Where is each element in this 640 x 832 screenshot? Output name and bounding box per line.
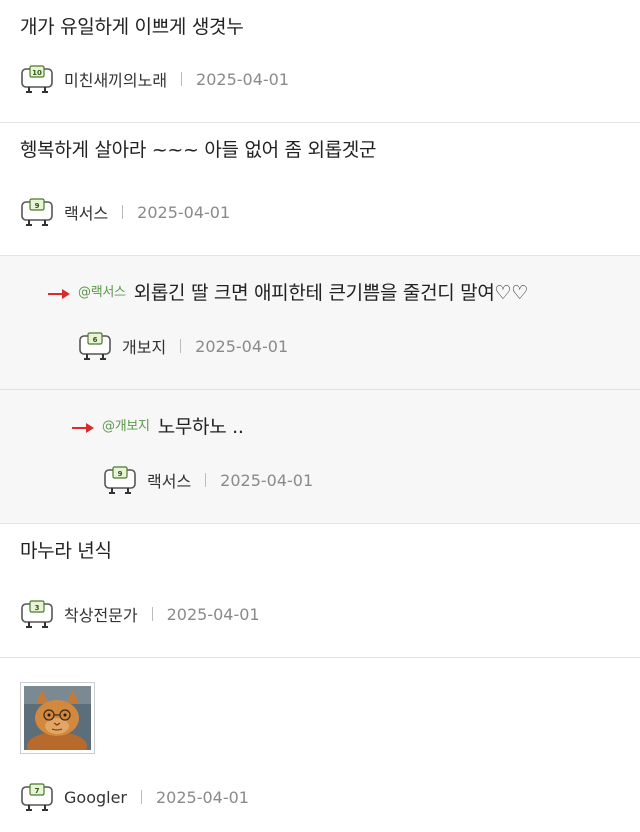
comment-text: 노무하노 .. [157,416,244,438]
mention-tag[interactable]: @개보지 [102,419,150,434]
level-number: 9 [118,470,123,478]
comment-meta: 6 개보지 2025-04-01 [78,332,289,360]
comment-date: 2025-04-01 [137,202,231,222]
level-number: 6 [93,336,98,344]
meta-divider [122,205,124,219]
level-number: 9 [35,202,40,210]
level-badge-icon: 10 [21,65,53,93]
mention-tag[interactable]: @랙서스 [78,285,126,300]
level-badge-icon: 6 [79,332,111,360]
level-badge-icon: 3 [21,600,53,628]
reply-arrow-icon [48,288,70,299]
reply-body: @개보지 노무하노 .. [72,414,244,440]
author-name[interactable]: 랙서스 [147,468,191,492]
comment-item: 개가 유일하게 이쁘게 생겻누 10 미친새끼의노래 2025-04-01 [0,0,640,123]
level-number: 7 [35,787,40,795]
meta-divider [151,607,153,621]
level-badge-icon: 9 [104,466,136,494]
comment-meta: 9 랙서스 2025-04-01 [103,466,314,494]
comment-item: 7 Googler 2025-04-01 [0,658,640,832]
comment-date: 2025-04-01 [166,604,260,624]
level-badge-icon: 7 [21,783,53,811]
cat-with-glasses-image [24,686,91,750]
comment-item: 헹복하게 살아라 ~~~ 아들 없어 좀 외롭겟군 9 랙서스 2025-04-… [0,123,640,256]
comment-meta: 3 착상전문가 2025-04-01 [20,600,260,628]
reply-body: @랙서스 외롭긴 딸 크면 애피한테 큰기쁨을 줄건디 말여♡♡ [48,280,528,306]
author-name[interactable]: 착상전문가 [64,602,138,626]
reply-item: @개보지 노무하노 .. 9 랙서스 2025-04-01 [0,390,640,524]
author-name[interactable]: 미친새끼의노래 [64,67,167,91]
comment-image[interactable] [20,682,95,754]
comment-item: 마누라 년식 3 착상전문가 2025-04-01 [0,524,640,658]
reply-arrow-icon [72,422,94,433]
meta-divider [180,339,182,353]
comment-meta: 9 랙서스 2025-04-01 [20,198,231,226]
meta-divider [181,72,183,86]
meta-divider [205,473,207,487]
comment-text: 외롭긴 딸 크면 애피한테 큰기쁨을 줄건디 말여♡♡ [133,282,529,304]
level-badge-icon: 9 [21,198,53,226]
comment-date: 2025-04-01 [195,336,289,356]
author-name[interactable]: 개보지 [122,334,166,358]
comment-date: 2025-04-01 [156,787,249,807]
author-name[interactable]: 랙서스 [64,200,108,224]
comment-text: 마누라 년식 [20,540,112,562]
level-number: 3 [35,604,40,612]
comment-date: 2025-04-01 [220,470,314,490]
reply-item: @랙서스 외롭긴 딸 크면 애피한테 큰기쁨을 줄건디 말여♡♡ 6 개보지 20… [0,256,640,390]
comment-meta: 10 미친새끼의노래 2025-04-01 [20,65,290,93]
author-name[interactable]: Googler [64,788,127,807]
comment-text: 개가 유일하게 이쁘게 생겻누 [20,16,244,38]
comment-meta: 7 Googler 2025-04-01 [20,783,249,811]
comment-text: 헹복하게 살아라 ~~~ 아들 없어 좀 외롭겟군 [20,139,377,161]
comment-date: 2025-04-01 [196,69,290,89]
level-number: 10 [32,69,42,77]
meta-divider [141,790,142,804]
